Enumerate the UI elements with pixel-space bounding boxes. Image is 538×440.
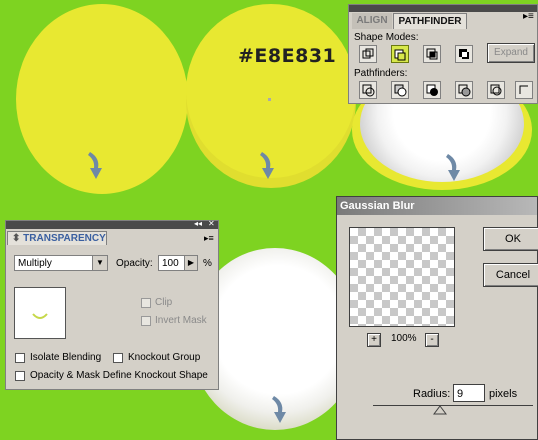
panel-collapse-icon[interactable]: ◂◂: [194, 219, 202, 228]
panel-menu-icon[interactable]: ▸≡: [523, 11, 534, 22]
curved-arrow-icon: [272, 396, 286, 423]
unite-icon[interactable]: [359, 45, 377, 63]
dialog-title-bar: Gaussian Blur: [337, 197, 537, 215]
radius-slider-handle[interactable]: [433, 405, 447, 415]
ok-button[interactable]: OK: [483, 227, 538, 251]
curved-arrow-icon: [88, 152, 102, 179]
gaussian-blur-dialog: Gaussian Blur + 100% - OK Cancel Radius:…: [336, 196, 538, 440]
chevron-down-icon: ▼: [92, 256, 107, 270]
invert-mask-label: Invert Mask: [155, 315, 207, 326]
opacity-mask-knockout-label: Opacity & Mask Define Knockout Shape: [30, 370, 208, 381]
panel-title: TRANSPARENCY: [23, 233, 106, 244]
pathfinder-panel: ALIGN PATHFINDER ▸≡ Shape Modes: Expand …: [348, 4, 538, 104]
expand-arrows-icon: ⬍: [12, 233, 21, 244]
divide-icon[interactable]: [359, 81, 377, 99]
clip-checkbox[interactable]: [141, 298, 151, 308]
crop-icon[interactable]: [455, 81, 473, 99]
blend-mode-value: Multiply: [18, 258, 52, 269]
outline-icon[interactable]: [487, 81, 505, 99]
zoom-out-button[interactable]: -: [425, 333, 439, 347]
opacity-mask-knockout-checkbox[interactable]: [15, 371, 25, 381]
exclude-icon[interactable]: [455, 45, 473, 63]
knockout-group-label: Knockout Group: [128, 352, 201, 363]
percent-sign: %: [203, 258, 212, 269]
zoom-in-button[interactable]: +: [367, 333, 381, 347]
transparency-tab[interactable]: ⬍ TRANSPARENCY: [7, 231, 107, 245]
curved-arrow-icon: [446, 154, 460, 181]
panel-title-bar: [349, 5, 537, 12]
tab-align[interactable]: ALIGN: [352, 13, 392, 29]
units-label: pixels: [489, 388, 518, 400]
blur-preview[interactable]: [349, 227, 455, 327]
trim-icon[interactable]: [391, 81, 409, 99]
clip-label: Clip: [155, 297, 173, 308]
layer-thumbnail[interactable]: [14, 287, 66, 339]
intersect-icon[interactable]: [423, 45, 441, 63]
curved-arrow-icon: [260, 152, 274, 179]
chevron-right-icon[interactable]: ▶: [184, 256, 197, 270]
minus-front-icon[interactable]: [391, 45, 409, 63]
merge-icon[interactable]: [423, 81, 441, 99]
blend-mode-select[interactable]: Multiply ▼: [14, 255, 108, 271]
tab-pathfinder[interactable]: PATHFINDER: [393, 13, 467, 29]
expand-button[interactable]: Expand: [487, 43, 535, 63]
isolate-blending-checkbox[interactable]: [15, 353, 25, 363]
minus-back-icon[interactable]: [515, 81, 533, 99]
opacity-value: 100: [162, 258, 179, 269]
radius-field[interactable]: 9: [453, 384, 485, 402]
knockout-group-checkbox[interactable]: [113, 353, 123, 363]
hex-color-label: #E8E831: [238, 45, 337, 67]
center-point: [268, 98, 271, 101]
dialog-title: Gaussian Blur: [340, 200, 415, 212]
shape-modes-label: Shape Modes:: [354, 32, 419, 43]
pathfinders-label: Pathfinders:: [354, 68, 408, 79]
opacity-field[interactable]: 100 ▶: [158, 255, 198, 271]
radius-value: 9: [457, 388, 464, 400]
opacity-label: Opacity:: [116, 258, 153, 269]
panel-title-bar: [6, 221, 218, 229]
transparency-panel: ◂◂ ✕ ⬍ TRANSPARENCY ▸≡ Multiply ▼ Opacit…: [5, 219, 219, 390]
thumbnail-preview: [32, 313, 48, 319]
cancel-button[interactable]: Cancel: [483, 263, 538, 287]
invert-mask-checkbox[interactable]: [141, 316, 151, 326]
panel-menu-icon[interactable]: ▸≡: [204, 233, 214, 244]
zoom-level: 100%: [391, 333, 417, 344]
isolate-blending-label: Isolate Blending: [30, 352, 102, 363]
radius-slider-track[interactable]: [373, 405, 533, 406]
panel-close-icon[interactable]: ✕: [208, 219, 215, 228]
radius-label: Radius:: [413, 388, 451, 400]
